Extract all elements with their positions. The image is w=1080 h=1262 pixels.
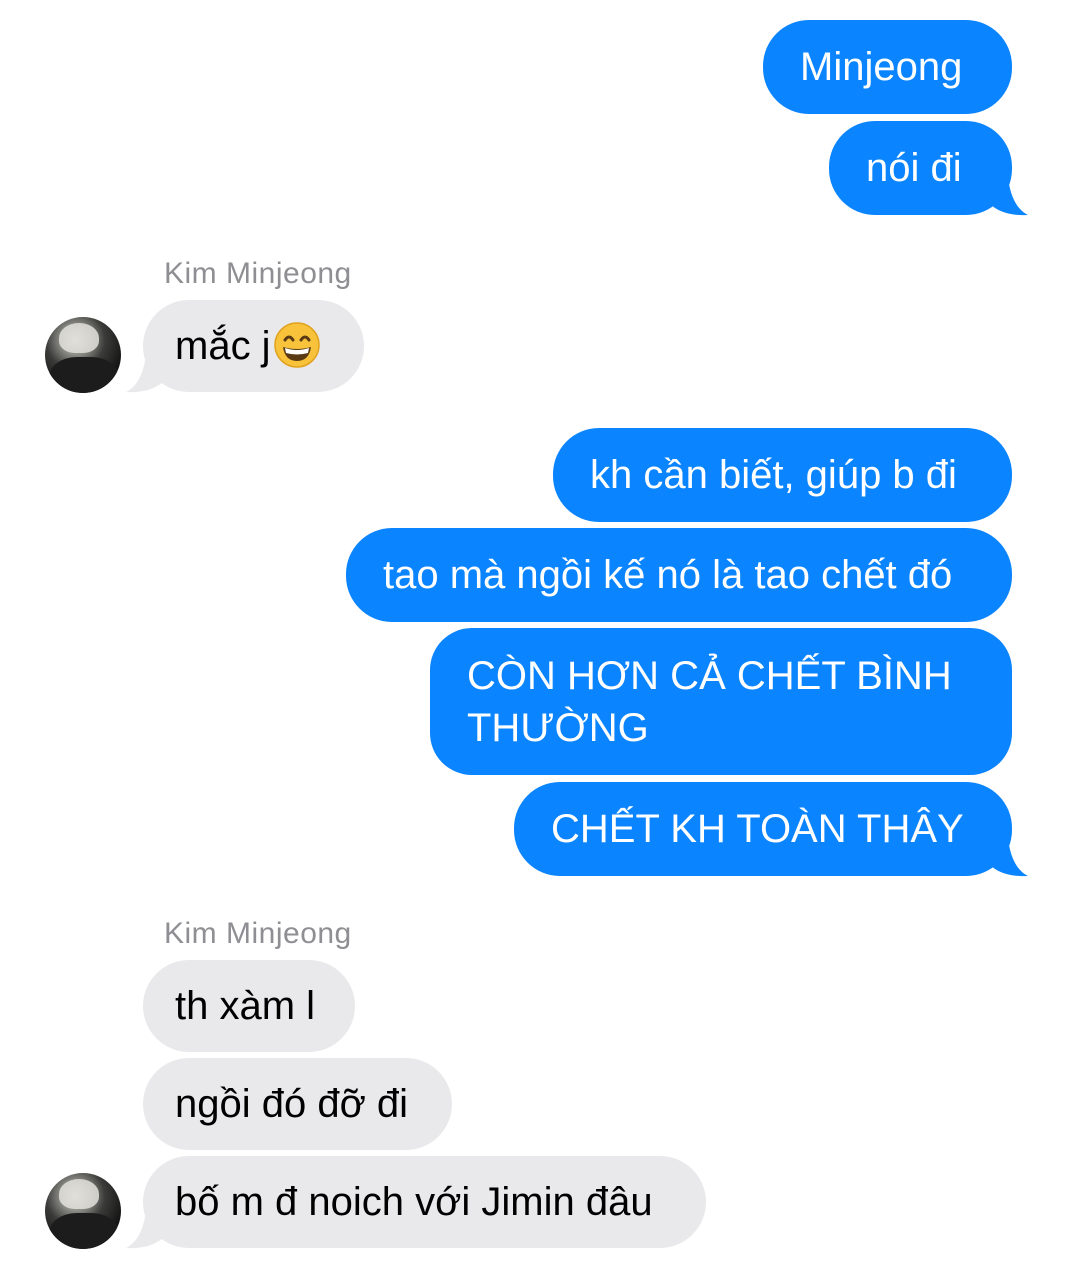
bubble-tail-icon (990, 176, 1028, 216)
sender-name: Kim Minjeong (164, 257, 352, 290)
message-text: ngồi đó đỡ đi (175, 1082, 409, 1126)
message-text: bố m đ noich với Jimin đâu (175, 1180, 653, 1224)
message-bubble-received[interactable]: mắc j (143, 300, 364, 392)
message-text: tao mà ngồi kế nó là tao chết đó (383, 553, 953, 597)
contact-avatar[interactable] (45, 1173, 121, 1249)
message-text: CHẾT KH TOÀN THÂY (551, 807, 964, 851)
bubble-tail-icon (126, 353, 164, 393)
message-bubble-received[interactable]: th xàm l (143, 960, 355, 1052)
grinning-face-icon (273, 322, 320, 368)
message-bubble-sent[interactable]: tao mà ngồi kế nó là tao chết đó (346, 528, 1012, 622)
bubble-tail-icon (126, 1209, 164, 1249)
message-text: mắc j (175, 324, 271, 368)
message-bubble-sent[interactable]: CÒN HƠN CẢ CHẾT BÌNH THƯỜNG (430, 628, 1012, 775)
bubble-tail-icon (990, 837, 1028, 877)
message-text: CÒN HƠN CẢ CHẾT BÌNH THƯỜNG (467, 654, 952, 750)
message-bubble-sent[interactable]: CHẾT KH TOÀN THÂY (514, 782, 1012, 876)
message-bubble-sent[interactable]: nói đi (829, 121, 1012, 215)
message-text: nói đi (866, 146, 962, 190)
message-text: kh cần biết, giúp b đi (590, 453, 957, 497)
message-bubble-received[interactable]: ngồi đó đỡ đi (143, 1058, 452, 1150)
message-bubble-sent[interactable]: Minjeong (763, 20, 1012, 114)
message-bubble-received[interactable]: bố m đ noich với Jimin đâu (143, 1156, 706, 1248)
message-text: Minjeong (800, 45, 963, 89)
message-bubble-sent[interactable]: kh cần biết, giúp b đi (553, 428, 1012, 522)
sender-name: Kim Minjeong (164, 917, 352, 950)
message-text: th xàm l (175, 984, 316, 1028)
contact-avatar[interactable] (45, 317, 121, 393)
